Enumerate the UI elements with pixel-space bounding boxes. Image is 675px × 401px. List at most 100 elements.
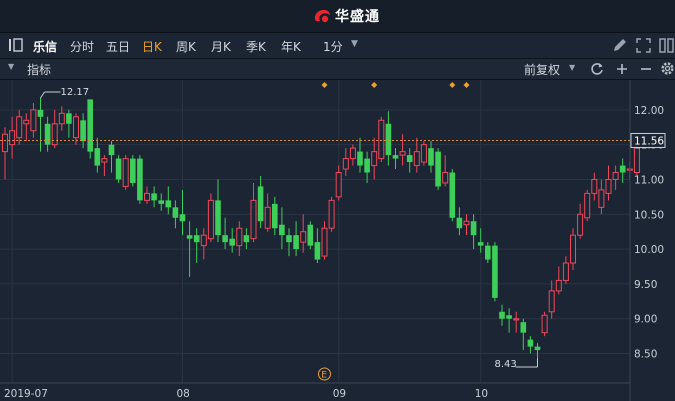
candle-body-down xyxy=(272,203,278,229)
current-price-label: 11.56 xyxy=(634,135,664,147)
tab-monthly-k[interactable]: 月K xyxy=(211,38,231,55)
candle-body-down xyxy=(215,200,221,236)
candle-body-up xyxy=(200,234,207,247)
candle-body-down xyxy=(477,242,484,246)
tab-weekly-k[interactable]: 周K xyxy=(176,38,196,55)
tab-five-day[interactable]: 五日 xyxy=(106,38,130,55)
period-toolbar: 乐信 分时 五日 日K 周K 月K 季K 年K 1分 ▼ xyxy=(0,33,675,59)
candle-body-down xyxy=(87,99,93,152)
tab-yearly-k[interactable]: 年K xyxy=(281,38,301,55)
min-price-label: 8.43 xyxy=(495,359,517,370)
y-tick-label: 11.00 xyxy=(634,174,664,186)
candle-body-up xyxy=(577,213,584,236)
candle-body-up xyxy=(321,227,328,257)
collapse-icon[interactable]: ▼ xyxy=(8,62,14,71)
candle-body-up xyxy=(612,172,619,180)
candle-body-down xyxy=(108,144,115,156)
sidebar-toggle-icon[interactable] xyxy=(8,38,24,52)
candle-body-down xyxy=(179,214,186,222)
candle-body-up xyxy=(598,189,605,208)
candle-body-up xyxy=(101,158,108,163)
candle-body-up xyxy=(58,112,65,125)
minute-select[interactable]: 1分 xyxy=(323,38,343,55)
y-tick-label: 8.50 xyxy=(634,349,657,361)
candle-body-down xyxy=(279,224,285,236)
candle-body-down xyxy=(158,200,164,204)
candlestick-chart[interactable]: 12.0011.5011.0010.5010.009.509.008.50 20… xyxy=(0,80,675,401)
candle-body-up xyxy=(463,220,470,226)
candle-body-up xyxy=(9,130,16,146)
candle-body-down xyxy=(44,123,51,145)
candle-body-up xyxy=(250,199,257,240)
app-title: 华盛通 xyxy=(335,9,380,25)
candle-body-up xyxy=(513,318,520,321)
candle-body-up xyxy=(335,172,342,198)
candle-body-up xyxy=(541,314,548,334)
candle-body-down xyxy=(392,155,399,159)
candle-body-up xyxy=(442,172,449,184)
candle-body-down xyxy=(456,217,463,229)
grid-icon[interactable] xyxy=(659,38,674,53)
candle-body-down xyxy=(520,322,527,333)
refresh-icon[interactable] xyxy=(590,62,604,76)
candle-body-up xyxy=(328,199,335,229)
gear-icon[interactable] xyxy=(660,61,675,76)
candle-body-down xyxy=(151,193,157,201)
candle-body-up xyxy=(413,151,420,167)
pencil-icon[interactable] xyxy=(612,38,627,53)
candle-body-up xyxy=(371,151,378,167)
minus-icon[interactable] xyxy=(639,62,653,76)
candle-body-down xyxy=(293,235,299,250)
candle-body-up xyxy=(378,119,385,160)
adjust-select[interactable]: 前复权 xyxy=(524,61,560,78)
candle-body-down xyxy=(222,235,228,243)
plus-icon[interactable] xyxy=(615,62,629,76)
candle-body-down xyxy=(499,311,505,319)
candle-body-up xyxy=(548,290,555,313)
y-tick-label: 9.50 xyxy=(634,279,657,291)
candle-body-down xyxy=(385,123,392,156)
candle-body-up xyxy=(605,178,612,194)
expand-icon[interactable] xyxy=(636,38,651,53)
tab-daily-k[interactable]: 日K xyxy=(142,38,162,55)
candle-body-down xyxy=(172,207,179,218)
candle-body-up xyxy=(349,147,356,160)
candle-body-up xyxy=(562,262,569,281)
candle-body-down xyxy=(307,224,314,246)
candle-body-down xyxy=(357,151,363,166)
max-price-label: 12.17 xyxy=(61,87,90,98)
candle-body-down xyxy=(534,346,541,351)
candle-body-down xyxy=(435,151,441,187)
candle-body-down xyxy=(66,113,72,124)
candle-body-up xyxy=(555,279,562,292)
candle-body-down xyxy=(449,172,456,218)
adjust-chevron-icon[interactable]: ▼ xyxy=(569,63,575,72)
huasheng-logo-icon xyxy=(314,9,330,23)
candle-body-down xyxy=(37,109,44,117)
candle-body-up xyxy=(16,116,23,139)
tab-quarterly-k[interactable]: 季K xyxy=(246,38,266,55)
candle-body-up xyxy=(300,231,307,243)
candle-body-down xyxy=(428,148,434,166)
candle-body-down xyxy=(80,120,86,142)
candle-body-down xyxy=(506,315,512,319)
candle-body-up xyxy=(23,119,30,125)
indicator-bar: ▼ 指标 前复权 ▼ xyxy=(0,59,675,80)
candle-body-down xyxy=(130,158,136,183)
candle-body-up xyxy=(51,123,58,146)
candle-body-up xyxy=(264,206,271,229)
candle-body-up xyxy=(584,192,591,219)
tab-intraday[interactable]: 分时 xyxy=(70,38,94,55)
chevron-down-icon[interactable]: ▼ xyxy=(351,39,358,49)
candle-body-up xyxy=(30,109,37,132)
candle-body-down xyxy=(314,242,321,260)
candle-body-down xyxy=(193,235,200,243)
candle-body-down xyxy=(485,245,491,260)
stock-name[interactable]: 乐信 xyxy=(33,38,57,55)
x-tick-label: 10 xyxy=(475,388,488,400)
candle-body-up xyxy=(420,144,427,163)
y-tick-label: 12.00 xyxy=(634,105,664,117)
indicator-label[interactable]: 指标 xyxy=(27,61,51,78)
y-tick-label: 10.00 xyxy=(634,244,664,256)
candle-body-up xyxy=(144,192,150,201)
